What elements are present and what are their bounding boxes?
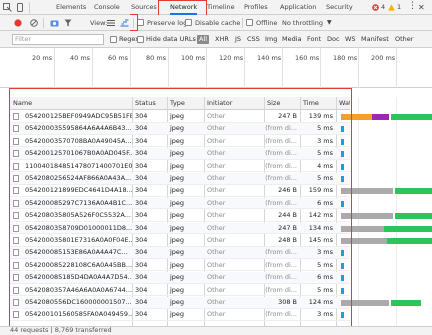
hide-data-urls-checkbox[interactable] bbox=[137, 36, 144, 43]
close-devtools-icon[interactable]: ✕ bbox=[418, 0, 425, 15]
toolbar-highlight bbox=[130, 14, 138, 31]
waterfall-bar bbox=[394, 213, 432, 220]
tab-application[interactable]: Application bbox=[280, 0, 316, 15]
filter-type-img[interactable]: Img bbox=[265, 31, 277, 48]
waterfall-bar bbox=[387, 238, 432, 244]
devtools-tab-bar: Elements Console Sources Network Timelin… bbox=[0, 0, 432, 15]
filter-type-doc[interactable]: Doc bbox=[327, 31, 340, 48]
filter-type-other[interactable]: Other bbox=[395, 31, 413, 48]
filter-icon[interactable] bbox=[64, 19, 72, 29]
waterfall-bar bbox=[383, 225, 432, 232]
request-summary: 44 requests | 8,769 transferred bbox=[10, 326, 112, 334]
filter-bar: Filter Regex Hide data URLs All XHR JS C… bbox=[0, 31, 432, 48]
tab-security[interactable]: Security bbox=[326, 0, 353, 15]
waterfall-bar bbox=[372, 114, 390, 120]
offline-label: Offline bbox=[256, 19, 278, 27]
hide-data-urls-label: Hide data URLs bbox=[146, 35, 196, 43]
tab-profiles[interactable]: Profiles bbox=[244, 0, 268, 15]
regex-checkbox[interactable] bbox=[110, 36, 117, 43]
toolbar-divider bbox=[43, 18, 44, 28]
record-icon[interactable] bbox=[14, 19, 22, 29]
disable-cache-checkbox[interactable] bbox=[185, 19, 192, 26]
tab-elements[interactable]: Elements bbox=[56, 0, 86, 15]
tab-timeline[interactable]: Timeline bbox=[207, 0, 235, 15]
network-toolbar: View: Preserve log Disable cache Offline… bbox=[0, 15, 432, 31]
overview-tick bbox=[54, 48, 55, 88]
inspect-element-icon[interactable] bbox=[3, 3, 12, 14]
filter-type-xhr[interactable]: XHR bbox=[215, 31, 229, 48]
waterfall-bar bbox=[391, 300, 421, 306]
overview-tick bbox=[168, 48, 169, 88]
filter-type-media[interactable]: Media bbox=[282, 31, 302, 48]
preserve-log-checkbox[interactable] bbox=[137, 19, 144, 26]
overview-tick-label: 160 ms bbox=[295, 54, 320, 62]
filter-type-ws[interactable]: WS bbox=[345, 31, 356, 48]
request-table-highlight bbox=[9, 88, 352, 328]
chevron-down-icon[interactable]: ▼ bbox=[327, 15, 332, 31]
more-options-icon[interactable]: ⋮ bbox=[408, 0, 417, 14]
overview-tick bbox=[206, 48, 207, 88]
filter-type-all[interactable]: All bbox=[197, 35, 210, 44]
overview-tick bbox=[320, 48, 321, 88]
overview-tick-label: 20 ms bbox=[32, 54, 53, 62]
overview-tick-label: 120 ms bbox=[219, 54, 244, 62]
timeline-overview[interactable]: 20 ms 40 ms 60 ms 80 ms 100 ms 120 ms 14… bbox=[0, 48, 432, 88]
capture-screenshots-icon[interactable] bbox=[50, 19, 59, 29]
toolbar-divider-3 bbox=[242, 18, 243, 28]
waterfall-bar bbox=[394, 188, 432, 195]
overview-tick-label: 40 ms bbox=[70, 54, 91, 62]
tab-sources[interactable]: Sources bbox=[131, 0, 157, 15]
overview-tick-label: 80 ms bbox=[146, 54, 167, 62]
tab-console[interactable]: Console bbox=[94, 0, 120, 15]
large-rows-icon[interactable] bbox=[107, 19, 115, 29]
filter-input[interactable]: Filter bbox=[12, 34, 104, 45]
tabbar-divider bbox=[29, 2, 30, 13]
filter-type-font[interactable]: Font bbox=[307, 31, 321, 48]
preserve-log-label: Preserve log bbox=[147, 19, 188, 27]
offline-checkbox[interactable] bbox=[246, 19, 253, 26]
overview-icon[interactable] bbox=[120, 19, 129, 29]
overview-tick bbox=[358, 48, 359, 88]
devtools-window: Elements Console Sources Network Timelin… bbox=[0, 0, 432, 335]
overview-tick bbox=[282, 48, 283, 88]
overview-tick bbox=[130, 48, 131, 88]
overview-tick-label: 180 ms bbox=[333, 54, 358, 62]
waterfall-bar bbox=[391, 114, 432, 120]
filter-type-js[interactable]: JS bbox=[235, 31, 241, 48]
view-label: View: bbox=[90, 19, 108, 27]
waterfall-gridline bbox=[358, 97, 359, 326]
overview-tick bbox=[92, 48, 93, 88]
warning-count: 1 bbox=[397, 3, 402, 11]
clear-icon[interactable] bbox=[30, 19, 38, 29]
overview-tick bbox=[396, 48, 397, 88]
waterfall-gridline bbox=[396, 97, 397, 326]
overview-tick-label: 60 ms bbox=[108, 54, 129, 62]
overview-tick-label: 100 ms bbox=[181, 54, 206, 62]
status-bar: 44 requests | 8,769 transferred bbox=[0, 326, 432, 335]
error-icon bbox=[372, 4, 379, 13]
warning-icon bbox=[388, 4, 395, 13]
overview-tick-label: 140 ms bbox=[257, 54, 282, 62]
error-count: 4 bbox=[381, 3, 386, 11]
disable-cache-label: Disable cache bbox=[195, 19, 241, 27]
filter-type-manifest[interactable]: Manifest bbox=[361, 31, 389, 48]
overview-tick-label: 200 ms bbox=[371, 54, 396, 62]
device-mode-icon[interactable] bbox=[16, 3, 25, 14]
overview-tick bbox=[244, 48, 245, 88]
throttling-select[interactable]: No throttling bbox=[282, 15, 323, 31]
filter-type-css[interactable]: CSS bbox=[247, 31, 260, 48]
